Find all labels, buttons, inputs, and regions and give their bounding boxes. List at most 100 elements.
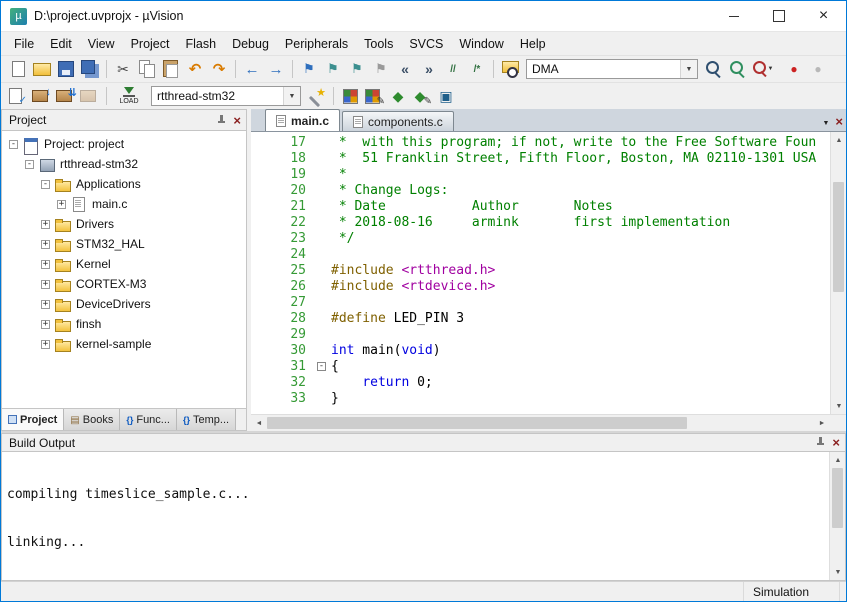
project-tree[interactable]: Project: project rtthread-stm32 Applicat… xyxy=(1,131,247,409)
search-combobox[interactable]: DMA xyxy=(526,59,698,79)
insert-breakpoint-icon[interactable] xyxy=(782,57,806,81)
navigate-back-icon[interactable] xyxy=(240,57,264,81)
download-to-flash-button[interactable]: LOAD xyxy=(113,83,145,109)
redo-icon[interactable] xyxy=(207,57,231,81)
manage-run-time-environment-icon[interactable] xyxy=(386,84,410,108)
target-combobox[interactable]: rtthread-stm32 xyxy=(151,86,301,106)
menu-view[interactable]: View xyxy=(80,34,123,54)
scrollbar-thumb[interactable] xyxy=(832,468,843,528)
tree-item-main-c[interactable]: main.c xyxy=(2,194,246,214)
scroll-left-icon[interactable] xyxy=(251,415,267,431)
menu-tools[interactable]: Tools xyxy=(356,34,401,54)
editor-tab-main-c[interactable]: main.c xyxy=(265,109,340,131)
editor-horizontal-scrollbar[interactable] xyxy=(251,414,846,431)
paste-icon[interactable] xyxy=(159,57,183,81)
incremental-find-icon[interactable] xyxy=(726,57,750,81)
build-output-scrollbar[interactable] xyxy=(829,452,845,580)
tab-books[interactable]: Books xyxy=(64,409,120,430)
document-list-icon[interactable] xyxy=(822,114,829,128)
code-lines[interactable]: 17 * with this program; if not, write to… xyxy=(251,132,830,414)
find-menu-icon[interactable]: ▼ xyxy=(750,57,782,81)
options-for-target-icon[interactable] xyxy=(305,84,329,108)
translate-file-icon[interactable] xyxy=(6,84,30,108)
tree-item-rtthread-stm32[interactable]: rtthread-stm32 xyxy=(2,154,246,174)
find-in-files-icon[interactable] xyxy=(498,57,522,81)
expander-icon[interactable] xyxy=(41,260,50,269)
find-icon[interactable] xyxy=(702,57,726,81)
maximize-button[interactable] xyxy=(756,1,801,31)
pack-installer-icon[interactable] xyxy=(434,84,458,108)
close-icon[interactable] xyxy=(835,115,843,128)
tab-functions[interactable]: Func... xyxy=(120,409,177,430)
navigate-forward-icon[interactable] xyxy=(264,57,288,81)
tab-project[interactable]: Project xyxy=(2,409,64,430)
expander-icon[interactable] xyxy=(41,300,50,309)
bookmark-next-icon[interactable] xyxy=(345,57,369,81)
tree-item-drivers[interactable]: Drivers xyxy=(2,214,246,234)
expander-icon[interactable] xyxy=(41,180,50,189)
fold-collapse-icon[interactable] xyxy=(317,362,326,371)
rebuild-all-icon[interactable] xyxy=(54,84,78,108)
chevron-down-icon[interactable] xyxy=(680,60,697,78)
target-value[interactable]: rtthread-stm32 xyxy=(152,89,283,103)
scrollbar-thumb[interactable] xyxy=(267,417,687,429)
tree-item-project-root[interactable]: Project: project xyxy=(2,134,246,154)
scroll-up-icon[interactable] xyxy=(831,132,846,148)
expander-icon[interactable] xyxy=(41,320,50,329)
menu-peripherals[interactable]: Peripherals xyxy=(277,34,356,54)
undo-icon[interactable] xyxy=(183,57,207,81)
tree-item-stm32-hal[interactable]: STM32_HAL xyxy=(2,234,246,254)
unindent-icon[interactable] xyxy=(393,57,417,81)
code-area[interactable]: 17 * with this program; if not, write to… xyxy=(251,132,846,414)
save-icon[interactable] xyxy=(54,57,78,81)
pin-icon[interactable] xyxy=(216,115,227,126)
tab-templates[interactable]: Temp... xyxy=(177,409,236,430)
build-output-body[interactable]: compiling timeslice_sample.c... linking.… xyxy=(1,452,846,581)
select-software-packs-icon[interactable] xyxy=(410,84,434,108)
new-file-icon[interactable] xyxy=(6,57,30,81)
editor-vertical-scrollbar[interactable] xyxy=(830,132,846,414)
scroll-down-icon[interactable] xyxy=(831,398,846,414)
tree-item-finsh[interactable]: finsh xyxy=(2,314,246,334)
close-icon[interactable] xyxy=(832,436,840,449)
menu-project[interactable]: Project xyxy=(123,34,178,54)
expander-icon[interactable] xyxy=(41,220,50,229)
scrollbar-thumb[interactable] xyxy=(833,182,844,292)
menu-debug[interactable]: Debug xyxy=(224,34,277,54)
manage-project-items-icon[interactable] xyxy=(338,84,362,108)
expander-icon[interactable] xyxy=(41,240,50,249)
menu-file[interactable]: File xyxy=(6,34,42,54)
pin-icon[interactable] xyxy=(815,437,826,448)
menu-help[interactable]: Help xyxy=(512,34,554,54)
editor-tab-components-c[interactable]: components.c xyxy=(342,111,454,131)
chevron-down-icon[interactable]: ▼ xyxy=(768,66,774,72)
menu-window[interactable]: Window xyxy=(451,34,511,54)
chevron-down-icon[interactable] xyxy=(283,87,300,105)
save-all-icon[interactable] xyxy=(78,57,102,81)
menu-edit[interactable]: Edit xyxy=(42,34,80,54)
minimize-button[interactable] xyxy=(711,1,756,31)
expander-icon[interactable] xyxy=(41,340,50,349)
comment-selection-icon[interactable] xyxy=(441,57,465,81)
bookmark-toggle-icon[interactable] xyxy=(297,57,321,81)
tree-item-devicedrivers[interactable]: DeviceDrivers xyxy=(2,294,246,314)
menu-flash[interactable]: Flash xyxy=(177,34,224,54)
scroll-down-icon[interactable] xyxy=(830,564,846,580)
resize-grip[interactable] xyxy=(840,582,846,601)
manage-project-items-edit-icon[interactable] xyxy=(362,84,386,108)
expander-icon[interactable] xyxy=(9,140,18,149)
copy-icon[interactable] xyxy=(135,57,159,81)
menu-svcs[interactable]: SVCS xyxy=(401,34,451,54)
tree-item-applications[interactable]: Applications xyxy=(2,174,246,194)
expander-icon[interactable] xyxy=(57,200,66,209)
cut-icon[interactable] xyxy=(111,57,135,81)
bookmark-clear-all-icon[interactable] xyxy=(369,57,393,81)
search-value[interactable]: DMA xyxy=(527,62,680,76)
scroll-up-icon[interactable] xyxy=(830,452,846,468)
uncomment-selection-icon[interactable] xyxy=(465,57,489,81)
close-button[interactable] xyxy=(801,1,846,31)
scroll-right-icon[interactable] xyxy=(814,415,830,431)
bookmark-previous-icon[interactable] xyxy=(321,57,345,81)
open-file-icon[interactable] xyxy=(30,57,54,81)
indent-icon[interactable] xyxy=(417,57,441,81)
